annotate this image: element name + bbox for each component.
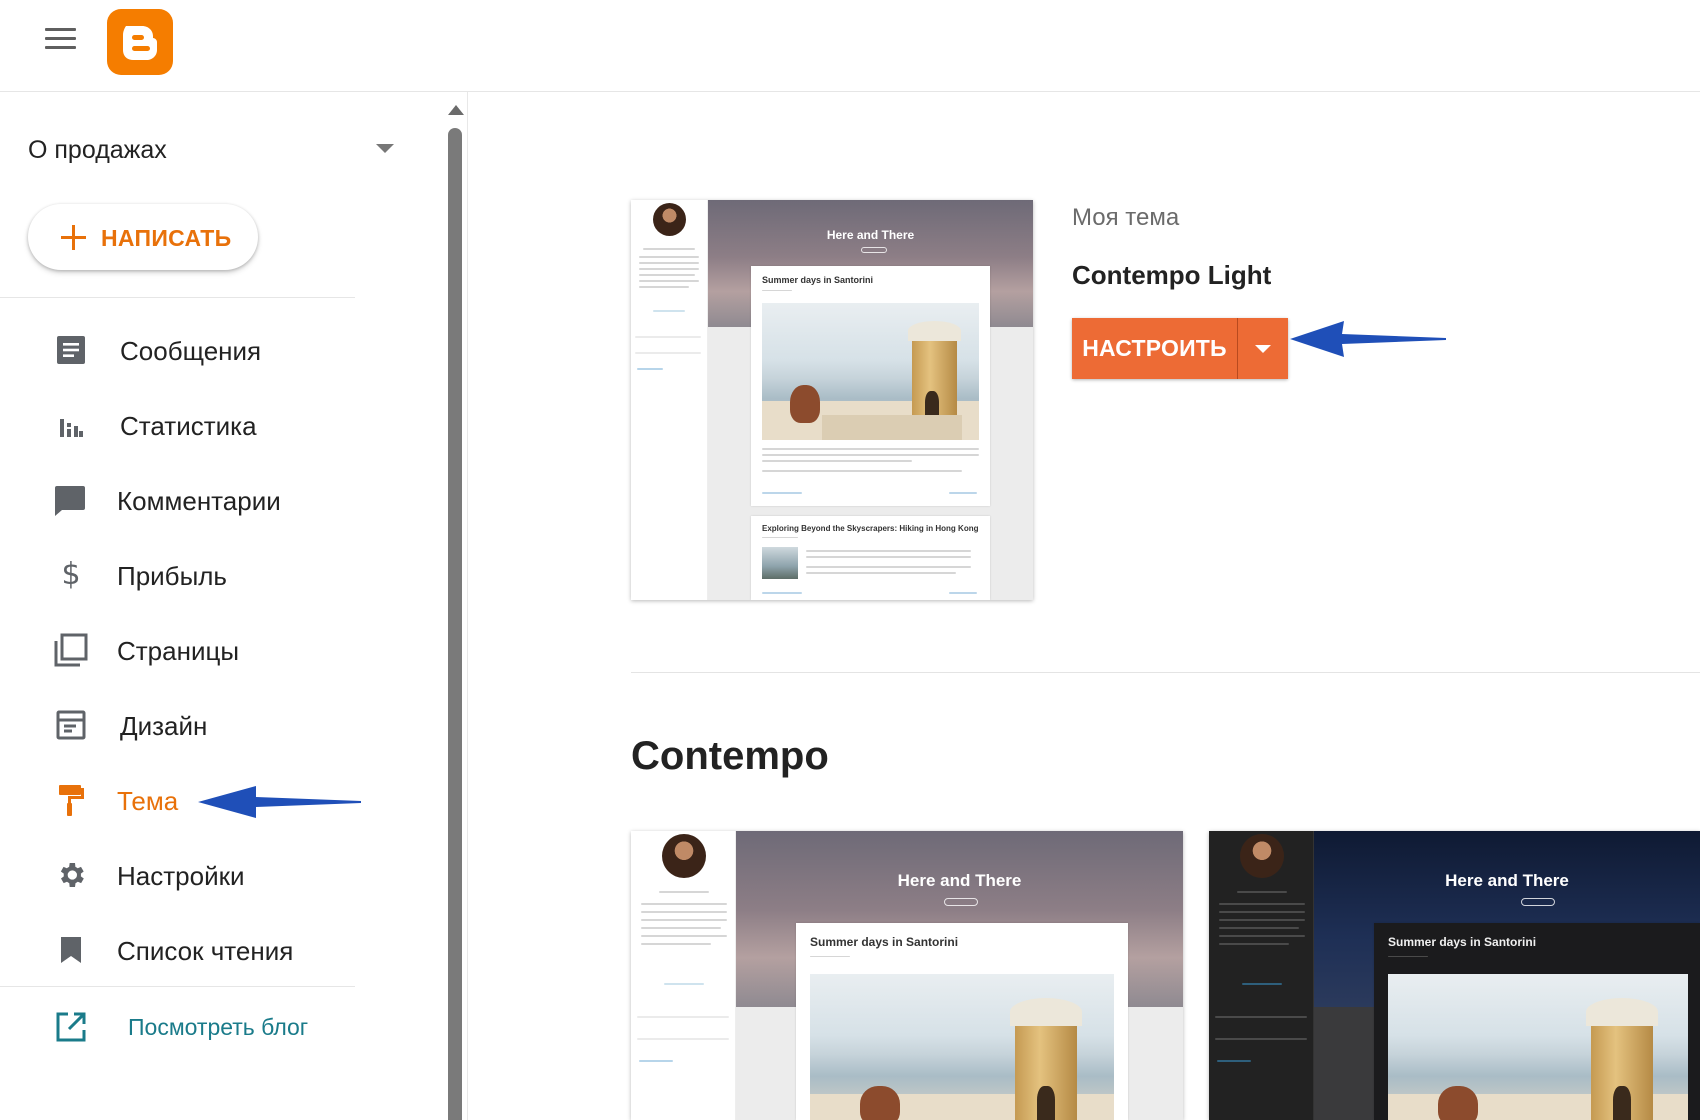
- theme-option-contempo-dark[interactable]: Here and There Summer days in Santorini: [1209, 831, 1700, 1120]
- annotation-arrow: [1290, 321, 1446, 357]
- sidebar-divider: [0, 297, 355, 298]
- preview-post-title: Summer days in Santorini: [1388, 935, 1537, 949]
- theme-option-contempo-light[interactable]: Here and There Summer days in Santorini: [631, 831, 1183, 1120]
- current-theme-preview[interactable]: Here and There Summer days in Santorini …: [631, 200, 1033, 600]
- sidebar-item-label: Статистика: [120, 411, 257, 441]
- preview-blog-title: Here and There: [897, 871, 1022, 890]
- theme-gallery-title: Contempo: [631, 734, 829, 778]
- sidebar-item-comments[interactable]: Комментарии: [0, 467, 440, 533]
- sidebar-item-label: Список чтения: [117, 936, 294, 966]
- sidebar-scrollbar[interactable]: [443, 92, 467, 1120]
- posts-icon: [52, 333, 90, 367]
- sidebar-border: [467, 92, 468, 1120]
- current-theme-name: Contempo Light: [1072, 260, 1272, 290]
- author-avatar: [1240, 834, 1284, 878]
- pages-icon: [52, 633, 90, 667]
- comments-icon: [50, 483, 88, 517]
- dollar-icon: $: [61, 557, 81, 592]
- new-post-label: НАПИСАТЬ: [101, 225, 232, 251]
- scrollbar-thumb[interactable]: [448, 128, 462, 1120]
- sidebar-item-label: Дизайн: [120, 711, 208, 741]
- sidebar-item-posts[interactable]: Сообщения: [0, 317, 440, 383]
- new-post-button[interactable]: НАПИСАТЬ: [28, 204, 258, 270]
- chevron-down-icon: [376, 144, 394, 153]
- my-theme-label: Моя тема: [1072, 204, 1180, 231]
- sidebar-item-label: Настройки: [117, 861, 245, 891]
- sidebar-item-label: Прибыль: [117, 561, 227, 591]
- plus-icon: [61, 225, 86, 250]
- sidebar: О продажах НАПИСАТЬ Сообщения Статистика…: [0, 92, 470, 1120]
- view-blog-label: Посмотреть блог: [128, 1014, 309, 1040]
- annotation-arrow: [198, 786, 361, 818]
- view-blog-link[interactable]: Посмотреть блог: [0, 994, 440, 1060]
- author-avatar: [662, 834, 706, 878]
- scroll-up-icon[interactable]: [448, 105, 464, 115]
- sidebar-item-label: Страницы: [117, 636, 240, 666]
- paint-roller-icon: [52, 783, 90, 817]
- customize-button[interactable]: НАСТРОИТЬ: [1072, 318, 1237, 379]
- preview-post-title: Summer days in Santorini: [810, 935, 959, 949]
- gear-icon: [52, 858, 90, 892]
- preview-post-title: Exploring Beyond the Skyscrapers: Hiking…: [762, 524, 979, 533]
- sidebar-item-earnings[interactable]: $ Прибыль: [0, 542, 440, 608]
- layout-icon: [52, 708, 90, 742]
- customize-dropdown-button[interactable]: [1238, 318, 1288, 379]
- customize-button-group: НАСТРОИТЬ: [1072, 318, 1288, 379]
- sidebar-item-label: Тема: [117, 786, 179, 816]
- open-in-new-icon: [52, 1010, 90, 1044]
- preview-blog-title: Here and There: [1445, 871, 1569, 890]
- sidebar-divider: [0, 986, 355, 987]
- sidebar-item-layout[interactable]: Дизайн: [0, 692, 440, 758]
- blog-selector[interactable]: О продажах: [28, 126, 408, 174]
- blogger-logo-icon[interactable]: [106, 8, 174, 76]
- top-app-bar: [0, 0, 1700, 92]
- blog-name: О продажах: [28, 136, 167, 164]
- preview-post-title: Summer days in Santorini: [762, 275, 874, 285]
- menu-icon[interactable]: [40, 24, 82, 54]
- sidebar-item-stats[interactable]: Статистика: [0, 392, 440, 458]
- sidebar-item-settings[interactable]: Настройки: [0, 842, 440, 908]
- preview-blog-title: Here and There: [826, 228, 915, 242]
- sidebar-item-label: Комментарии: [117, 486, 281, 516]
- sidebar-item-reading-list[interactable]: Список чтения: [0, 917, 440, 983]
- sidebar-item-pages[interactable]: Страницы: [0, 617, 440, 683]
- sidebar-item-label: Сообщения: [120, 336, 262, 366]
- bookmark-icon: [52, 933, 90, 967]
- stats-icon: [52, 408, 90, 442]
- section-divider: [631, 672, 1700, 673]
- author-avatar: [653, 203, 686, 236]
